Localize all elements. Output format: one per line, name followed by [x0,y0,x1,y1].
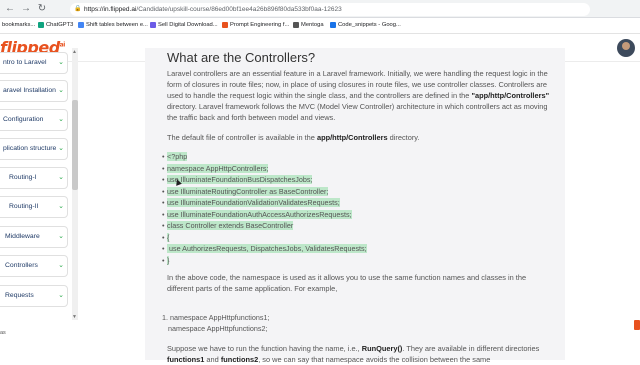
page-icon [293,22,299,28]
chevron-down-icon: ⌄ [58,292,64,299]
chevron-down-icon: ⌄ [58,145,64,152]
sidebar-item-requests[interactable]: Requests ⌄ [0,285,68,307]
avatar[interactable] [617,39,635,57]
logo-sup: ai [59,41,66,49]
url-path: /Candidate/upskill-course/86ed00bf1ee4a2… [136,6,342,13]
sidebar-item-routing-1[interactable]: Routing-I ⌄ [0,167,68,189]
bookmark-label: Mentoga [301,22,324,28]
chevron-down-icon: ⌄ [58,233,64,240]
sidebar-footer-text: as [0,330,6,336]
bookmark-label: Code_snippets - Goog... [338,22,401,28]
address-bar[interactable]: 🔒 https://in.flipped.ai/Candidate/upskil… [70,3,590,16]
sidebar-item-middleware[interactable]: Middleware ⌄ [0,226,68,248]
sidebar-item-label: Controllers [5,262,38,269]
bookmark-item[interactable]: ChatGPT3 [38,22,73,28]
intro-paragraph: Laravel controllers are an essential fea… [167,69,550,122]
chevron-down-icon: ⌄ [58,87,64,94]
bookmark-item[interactable]: Sell Digital Download... [150,22,218,28]
sidebar-item-configuration[interactable]: Configuration ⌄ [0,109,68,131]
suppose-paragraph: Suppose we have to run the function havi… [167,344,540,364]
page-icon [150,22,156,28]
url-host: https://in.flipped.ai [84,6,137,13]
code-line: • use IlluminateRoutingController as Base… [162,187,329,196]
chevron-down-icon: ⌄ [58,262,64,269]
bookmark-item[interactable]: Prompt Engineering f... [222,22,289,28]
code-line: •{ [162,233,170,242]
page-icon [330,22,336,28]
sidebar-scrollbar-thumb[interactable] [72,100,78,190]
sidebar-item-intro[interactable]: ntro to Laravel ⌄ [0,52,68,74]
chatgpt-icon [38,22,44,28]
sidebar-item-controllers[interactable]: Controllers ⌄ [0,255,68,277]
code-line: • use IlluminateFoundationBusDispatchesJo… [162,175,313,184]
sidebar-item-label: Middleware [5,233,40,240]
sidebar-item-structure[interactable]: plication structure ⌄ [0,138,68,160]
code-line: • namespace AppHttpControllers; [162,164,269,173]
default-file-paragraph: The default file of controller is availa… [167,133,420,142]
sidebar-item-label: Routing-II [9,203,39,210]
scroll-down-icon[interactable]: ▼ [72,314,77,320]
bookmark-label: ChatGPT3 [46,22,74,28]
bookmark-label: Shift tables between e... [86,22,148,28]
sidebar-item-label: plication structure [3,145,57,152]
page-icon [222,22,228,28]
explain-paragraph: In the above code, the namespace is used… [167,273,527,293]
page-scroll-marker[interactable] [634,320,640,330]
sidebar-item-installation[interactable]: aravel Installation ⌄ [0,80,68,102]
chevron-down-icon: ⌄ [58,59,64,66]
chevron-down-icon: ⌄ [58,174,64,181]
browser-toolbar: ← → ↻ 🔒 https://in.flipped.ai/Candidate/… [0,0,640,18]
sidebar-item-label: Configuration [3,116,44,123]
forward-icon[interactable]: → [20,3,32,15]
scroll-up-icon[interactable]: ▲ [72,49,77,55]
bookmark-label: Prompt Engineering f... [230,22,290,28]
code-line: • class Controller extends BaseController [162,221,294,230]
code-line: • use AuthorizesRequests, DispatchesJobs… [162,244,367,253]
namespace-list-item: 1. namespace AppHttpfunctions1; [162,313,270,322]
bookmark-item[interactable]: Code_snippets - Goog... [330,22,401,28]
chevron-down-icon: ⌄ [58,203,64,210]
sidebar-item-routing-2[interactable]: Routing-II ⌄ [0,196,68,218]
page-title: What are the Controllers? [167,50,316,65]
bookmark-item[interactable]: Shift tables between e... [78,22,148,28]
bookmark-item[interactable]: bookmarks... [2,22,35,28]
sidebar-item-label: Routing-I [9,174,37,181]
code-line: • use IlluminateFoundationValidationValid… [162,198,340,207]
code-line: • use IlluminateFoundationAuthAccessAutho… [162,210,352,219]
reload-icon[interactable]: ↻ [36,3,48,15]
chevron-down-icon: ⌄ [58,116,64,123]
sidebar-item-label: aravel Installation [3,87,56,94]
bookmark-label: Sell Digital Download... [158,22,218,28]
lock-icon: 🔒 [74,6,82,12]
sidebar-item-label: Requests [5,292,34,299]
code-line: • <?php [162,152,188,161]
namespace-list-item: namespace AppHttpfunctions2; [162,324,268,333]
bookmarks-bar: bookmarks... ChatGPT3 Shift tables betwe… [0,18,640,34]
sidebar-item-label: ntro to Laravel [3,59,47,66]
code-line: •} [162,256,170,265]
back-icon[interactable]: ← [4,3,16,15]
page-icon [78,22,84,28]
bookmark-item[interactable]: Mentoga [293,22,324,28]
bookmark-label: bookmarks... [2,22,36,28]
